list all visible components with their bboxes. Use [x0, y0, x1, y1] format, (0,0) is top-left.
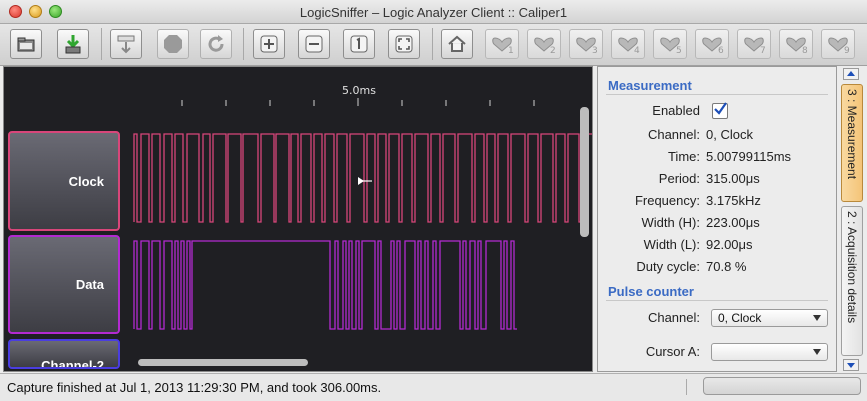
cursor-heart-icon: 8 [786, 37, 808, 56]
side-tabs: 3 : Measurement 2 : Acquisition details [839, 66, 867, 372]
goto-trigger-button[interactable] [441, 29, 473, 59]
enabled-checkbox[interactable] [712, 102, 728, 119]
home-icon [448, 35, 466, 52]
timeline-label: 5.0ms [342, 84, 376, 97]
channel-label-data[interactable]: Data [8, 235, 120, 334]
section-divider [606, 300, 828, 301]
section-divider [606, 94, 828, 95]
toolbar: 1 2 3 4 5 6 7 8 9 [0, 24, 867, 66]
measurement-row-label: Time: [667, 149, 700, 164]
cursor-heart-icon: 2 [534, 37, 556, 56]
cursor-8-button[interactable]: 8 [779, 29, 813, 59]
measurement-row-label: Period: [658, 171, 700, 186]
pulse-counter-section-title: Pulse counter [608, 284, 694, 299]
cursor-number: 5 [676, 46, 682, 56]
cursor-a-label: Cursor A: [645, 344, 700, 359]
zoom-out-button[interactable] [298, 29, 330, 59]
measurement-row-label: Duty cycle: [636, 259, 700, 274]
cursor-heart-icon: 6 [702, 37, 724, 56]
progress-bar [703, 377, 861, 395]
measurement-row-label: Channel: [647, 127, 700, 142]
measurement-row-value: 0, Clock [706, 127, 753, 142]
tab-measurement[interactable]: 3 : Measurement [841, 84, 863, 202]
stop-button[interactable] [157, 29, 189, 59]
cursor-number: 3 [592, 46, 598, 56]
signal-view[interactable]: 5.0ms Clock Data Channel-2 [3, 66, 593, 372]
measurement-row-value: 223.00μs [706, 215, 760, 230]
cursor-heart-icon: 9 [828, 37, 850, 56]
zoom-original-button[interactable] [343, 29, 375, 59]
enabled-label: Enabled [652, 103, 700, 118]
status-divider [686, 379, 687, 395]
checkmark-icon [714, 102, 727, 115]
chevron-down-icon [813, 349, 821, 355]
save-icon [65, 35, 81, 54]
capture-button[interactable] [110, 29, 142, 59]
horizontal-scrollbar-thumb[interactable] [138, 359, 308, 366]
zoom-1to1-icon [350, 35, 368, 53]
measurement-row-label: Width (L): [643, 237, 700, 252]
measurement-row-value: 315.00μs [706, 171, 760, 186]
cursor-heart-icon: 7 [744, 37, 766, 56]
chevron-down-icon [847, 363, 855, 368]
cursor-heart-icon: 5 [660, 37, 682, 56]
zoom-in-button[interactable] [253, 29, 285, 59]
title-bar: LogicSniffer – Logic Analyzer Client :: … [0, 0, 867, 24]
repeat-capture-button[interactable] [200, 29, 232, 59]
measurement-panel: Measurement Enabled Channel: 0, Clock Time… [597, 66, 837, 372]
cursor-number: 6 [718, 46, 724, 56]
measurement-row-value: 70.8 % [706, 259, 747, 274]
pulse-channel-select[interactable]: 0, Clock [711, 309, 828, 327]
measurement-row-label: Width (H): [641, 215, 701, 230]
cursor-number: 7 [760, 46, 766, 56]
cursor-7-button[interactable]: 7 [737, 29, 771, 59]
open-file-button[interactable] [10, 29, 42, 59]
cursor-3-button[interactable]: 3 [569, 29, 603, 59]
zoom-fit-icon [395, 35, 413, 53]
status-text: Capture finished at Jul 1, 2013 11:29:30… [7, 380, 382, 395]
status-bar: Capture finished at Jul 1, 2013 11:29:30… [0, 373, 867, 401]
chevron-down-icon [813, 315, 821, 321]
zoom-fit-button[interactable] [388, 29, 420, 59]
pulse-channel-label: Channel: [647, 310, 700, 325]
folder-icon [17, 37, 35, 52]
chevron-up-icon [847, 71, 855, 76]
capture-icon [117, 35, 135, 54]
tab-acquisition-details[interactable]: 2 : Acquisition details [841, 206, 863, 356]
measurement-row-value: 3.175kHz [706, 193, 761, 208]
vertical-scrollbar-thumb[interactable] [580, 107, 589, 237]
cursor-number: 8 [802, 46, 808, 56]
cursor-6-button[interactable]: 6 [695, 29, 729, 59]
tab-scroll-up[interactable] [843, 68, 859, 80]
refresh-icon [208, 35, 224, 52]
window-title: LogicSniffer – Logic Analyzer Client :: … [299, 5, 568, 20]
measurement-row-value: 5.00799115ms [706, 149, 792, 164]
cursor-9-button[interactable]: 9 [821, 29, 855, 59]
cursor-number: 4 [634, 46, 640, 56]
cursor-2-button[interactable]: 2 [527, 29, 561, 59]
measurement-row-value: 92.00μs [706, 237, 753, 252]
cursor-4-button[interactable]: 4 [611, 29, 645, 59]
cursor-number: 1 [508, 46, 514, 56]
cursor-number: 9 [844, 46, 850, 56]
zoom-in-icon [260, 35, 278, 53]
cursor-heart-icon: 1 [492, 37, 514, 56]
cursor-heart-icon: 3 [576, 37, 598, 56]
cursor-number: 2 [550, 46, 556, 56]
channel-label-channel-2[interactable]: Channel-2 [8, 339, 120, 369]
measurement-row-label: Frequency: [634, 193, 700, 208]
cursor-5-button[interactable]: 5 [653, 29, 687, 59]
channel-label-clock[interactable]: Clock [8, 131, 120, 231]
cursor-a-select[interactable] [711, 343, 828, 361]
stop-icon [164, 35, 182, 53]
save-file-button[interactable] [57, 29, 89, 59]
tab-scroll-down[interactable] [843, 359, 859, 371]
cursor-1-button[interactable]: 1 [485, 29, 519, 59]
cursor-heart-icon: 4 [618, 37, 640, 56]
measurement-section-title: Measurement [608, 78, 692, 93]
zoom-out-icon [305, 35, 323, 53]
